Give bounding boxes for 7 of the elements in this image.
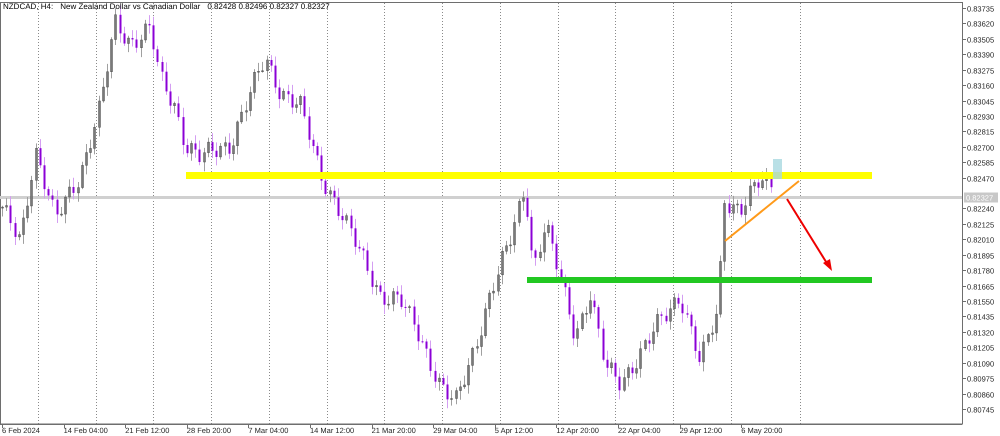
support-zone[interactable] xyxy=(527,277,872,283)
symbol-label: NZDCAD, H4: xyxy=(3,2,54,11)
ohlc-values: 0.82428 0.82496 0.82327 0.82327 xyxy=(207,2,330,11)
instrument-name: New Zealand Dollar vs Canadian Dollar xyxy=(60,2,200,11)
trend-line[interactable] xyxy=(724,180,800,242)
arrow-drawing[interactable] xyxy=(786,198,832,271)
highlight-rectangle[interactable] xyxy=(773,159,782,179)
